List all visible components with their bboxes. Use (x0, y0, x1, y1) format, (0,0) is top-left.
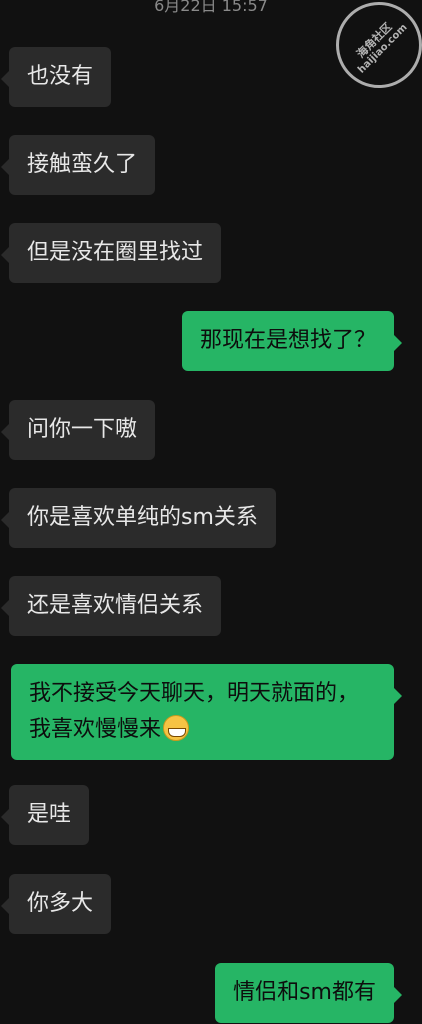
message-bubble-outgoing[interactable]: 那现在是想找了？ (181, 311, 403, 371)
message-text: 那现在是想找了？ (199, 328, 376, 353)
message-bubble-outgoing[interactable]: 我不接受今天聊天，明天就面的，我喜欢慢慢来 (11, 664, 402, 760)
grin-emoji-icon (163, 715, 190, 741)
message-text: 接触蛮久了 (27, 152, 138, 177)
message-text: 你是喜欢单纯的sm关系 (27, 505, 258, 530)
message-bubble[interactable]: 问你一下嗷 (0, 400, 156, 460)
message-bubble[interactable]: 接触蛮久了 (0, 135, 156, 195)
message-text: 我不接受今天聊天，明天就面的，我喜欢慢慢来 (29, 681, 360, 742)
message-bubble[interactable]: 还是喜欢情侣关系 (0, 576, 222, 636)
message-text: 但是没在圈里找过 (27, 240, 204, 265)
message-bubble[interactable]: 但是没在圈里找过 (0, 223, 222, 283)
message-text: 你多大 (27, 891, 94, 916)
message-bubble[interactable]: 也没有 (0, 47, 112, 107)
message-text: 也没有 (27, 64, 94, 89)
message-bubble[interactable]: 你是喜欢单纯的sm关系 (1, 488, 276, 548)
message-text: 是哇 (27, 802, 72, 827)
message-text: 问你一下嗷 (27, 417, 138, 442)
message-bubble-outgoing[interactable]: 情侣和sm都有 (215, 963, 402, 1023)
message-bubble[interactable]: 是哇 (0, 785, 90, 845)
message-text: 情侣和sm都有 (233, 980, 376, 1005)
message-text: 还是喜欢情侣关系 (27, 593, 204, 618)
message-bubble[interactable]: 你多大 (0, 874, 112, 934)
